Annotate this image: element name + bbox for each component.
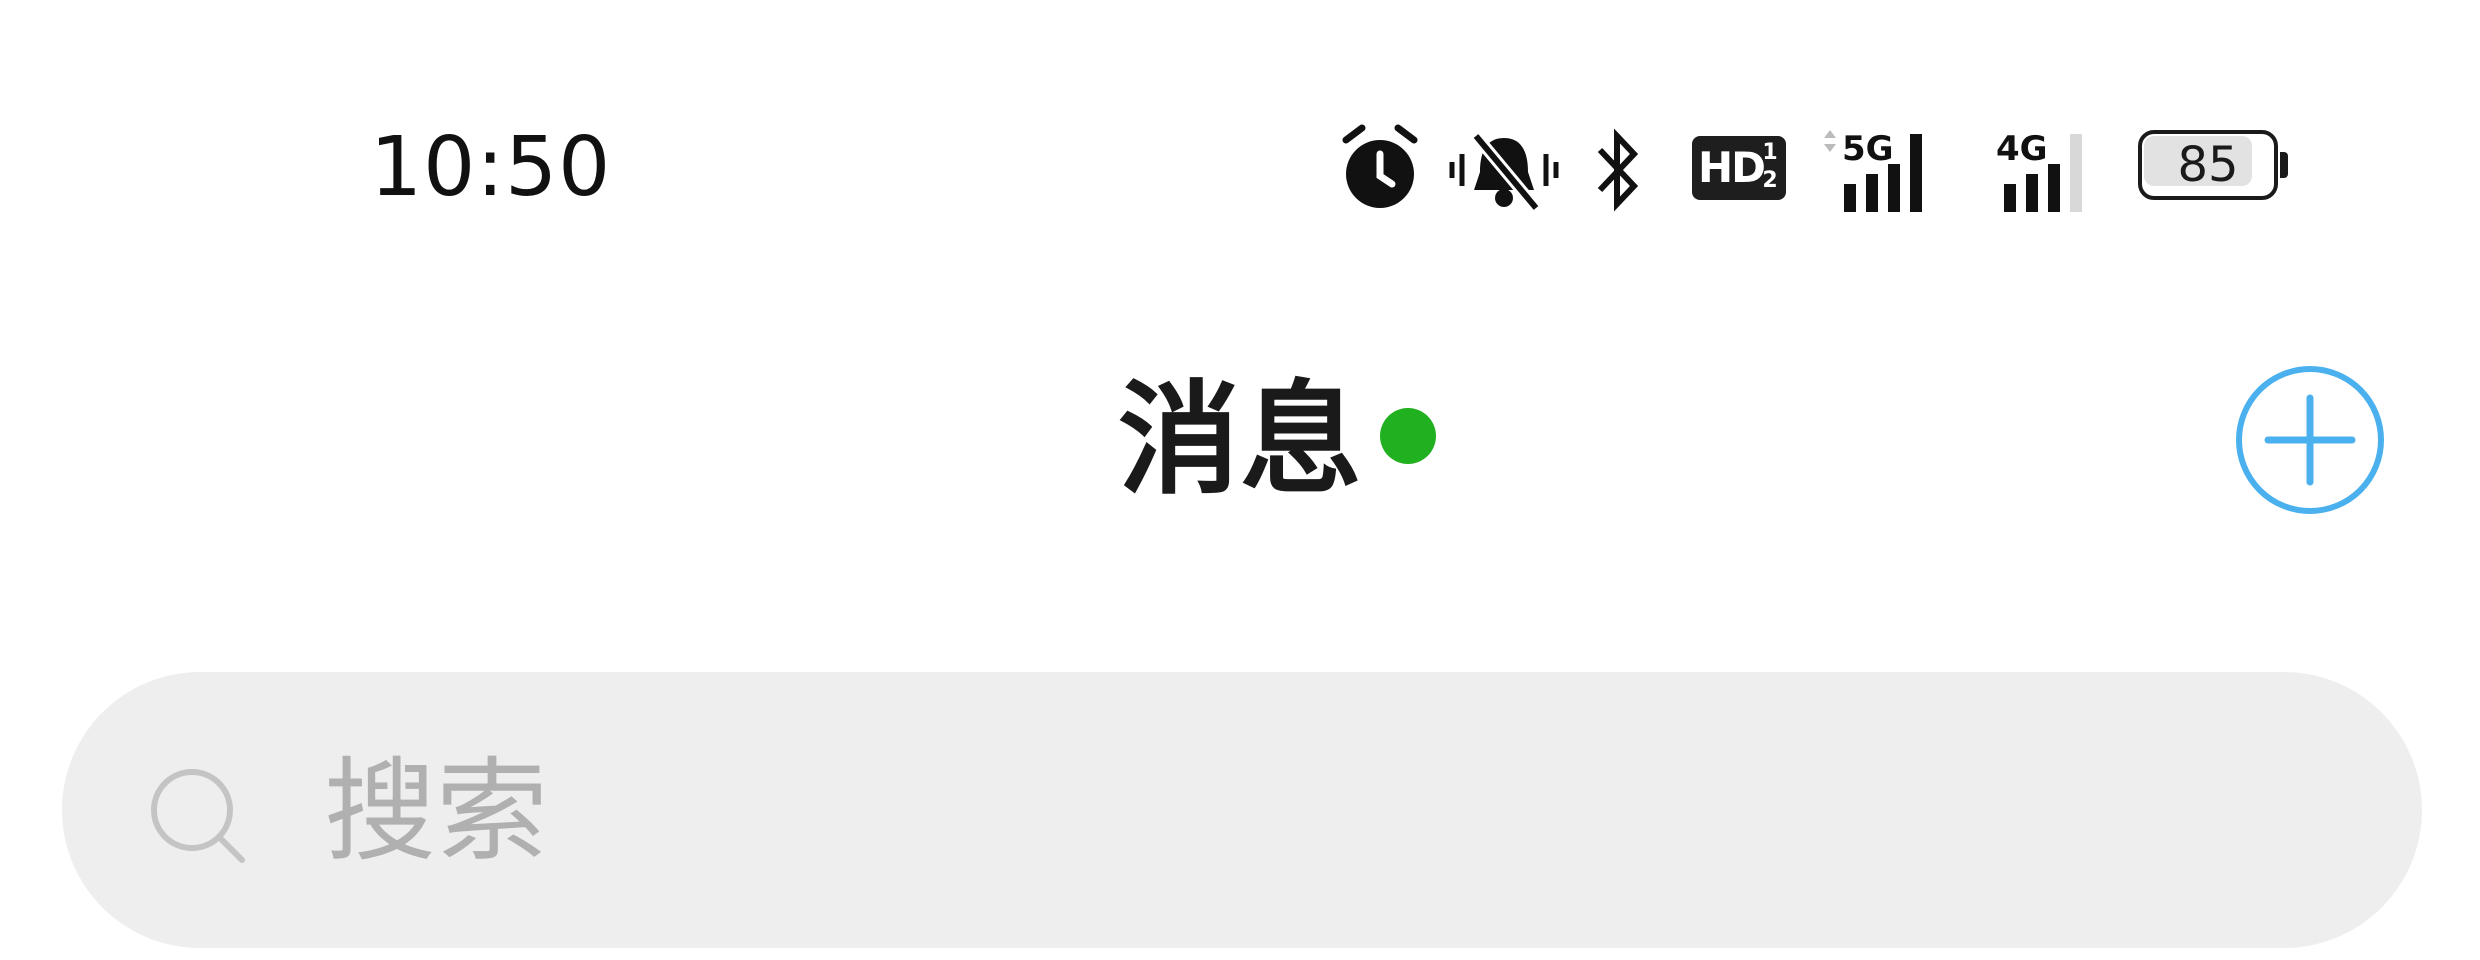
battery-cap (2280, 152, 2288, 178)
hd-badge-sub: 2 (1762, 168, 1778, 193)
bluetooth-icon (1597, 128, 1639, 212)
online-status-dot (1380, 408, 1436, 464)
search-input[interactable]: 搜索 (62, 672, 2422, 948)
hd-badge-label: HD (1698, 143, 1766, 192)
signal-4g-icon: 4G (1996, 129, 2082, 212)
signal-1-label: 5G (1842, 129, 1894, 169)
messages-screen: 10:50 HD 1 2 5G 4G 85 消息 搜索 (0, 0, 2480, 960)
page-title: 消息 (1118, 369, 1362, 511)
add-button[interactable] (2232, 362, 2388, 518)
signal-5g-icon: 5G (1824, 129, 1922, 212)
signal-2-label: 4G (1996, 129, 2048, 169)
mute-vibrate-icon (1449, 132, 1559, 212)
hd-badge-sup: 1 (1762, 140, 1778, 165)
search-icon (151, 769, 245, 863)
status-time: 10:50 (370, 120, 612, 215)
alarm-icon (1342, 124, 1418, 208)
battery-icon: 85 (2138, 130, 2288, 200)
plus-circle-icon (2236, 366, 2384, 514)
hd-voice-icon: HD 1 2 (1692, 136, 1786, 200)
search-placeholder: 搜索 (324, 747, 548, 877)
battery-percent: 85 (2177, 137, 2239, 193)
